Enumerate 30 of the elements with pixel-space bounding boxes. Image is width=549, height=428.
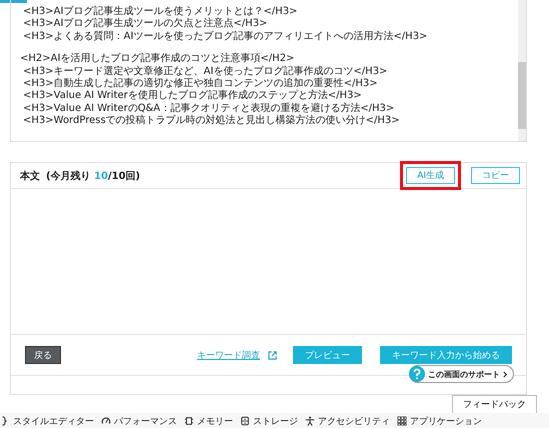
scrollbar[interactable] [518, 0, 526, 141]
quota-text: (今月残り 10/10回) [46, 170, 142, 182]
help-icon [409, 366, 425, 382]
performance-icon [101, 416, 111, 426]
devtools-tab[interactable]: パフォーマンス [101, 414, 177, 428]
outline-line: <H3>よくある質問：AIツールを使ったブログ記事のアフィリエイトへの活用方法</H3> [22, 30, 428, 44]
storage-icon [240, 416, 250, 426]
accessibility-icon [305, 416, 315, 426]
outline-line: <H3>Value AI Writerを使用したブログ記事作成のステップと方法</H3> [22, 90, 363, 102]
chevron-icon [503, 370, 508, 378]
memory-icon [184, 416, 194, 426]
back-button[interactable]: 戻る [25, 346, 61, 364]
outline-line: <H2>AIを活用したブログ記事作成のコツと注意事項</H2> [20, 53, 296, 66]
devtools-tab[interactable]: アクセシビリティ [305, 414, 390, 428]
application-icon [397, 416, 407, 426]
external-link-icon [268, 350, 277, 360]
section-title: 本文 [20, 170, 40, 182]
outline-line: <H3>キーワード選定や文章修正など、AIを使ったブログ記事作成のコツ</H3> [22, 66, 388, 78]
support-button[interactable]: この画面のサポート [409, 365, 514, 383]
devtools-tab[interactable]: メモリー [184, 414, 233, 428]
outline-line: <H3>AIブログ記事生成ツールの欠点と注意点</H3> [22, 18, 268, 30]
outline-line: <H3>自動生成した記事の適切な修正や独自コンテンツの追加の重要性</H3> [22, 78, 379, 90]
outline-line: <H3>AIブログ記事生成ツールを使うメリットとは？</H3> [22, 6, 298, 18]
feedback-button[interactable]: フィードバック [452, 395, 537, 413]
outline-line: <H3>WordPressでの投稿トラブル時の対処法と見出し構築方法の使い分け</H3> [22, 115, 401, 128]
outline-line: <H3>Value AI WriterのQ&A：記事クオリティと表現の重複を避ける方法</H3> [22, 102, 396, 114]
outline-textarea[interactable] [10, 0, 527, 142]
devtools-tab[interactable]: スタイルエディター [0, 414, 94, 428]
devtools-tab[interactable]: ストレージ [240, 414, 298, 428]
devtools-tab[interactable]: アプリケーション [397, 414, 482, 428]
